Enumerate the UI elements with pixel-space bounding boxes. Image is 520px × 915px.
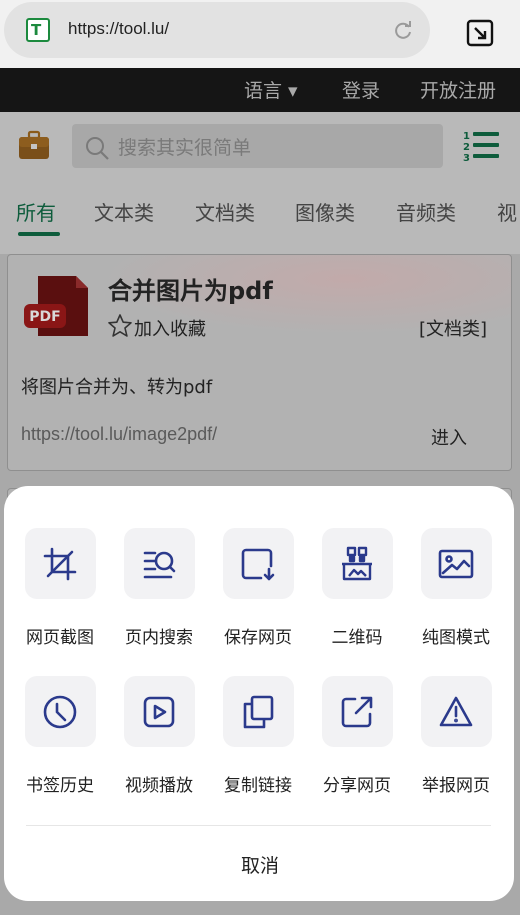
tab-audio[interactable]: 音频类 bbox=[396, 197, 456, 226]
svg-text:1: 1 bbox=[463, 131, 470, 142]
find-in-page-action[interactable]: 页内搜索 bbox=[109, 528, 209, 648]
tab-video[interactable]: 视 bbox=[497, 197, 517, 226]
qrcode-action[interactable]: 二维码 bbox=[307, 528, 407, 648]
report-page-label: 举报网页 bbox=[422, 776, 490, 796]
find-in-page-icon bbox=[123, 528, 195, 599]
save-page-label: 保存网页 bbox=[224, 628, 292, 648]
video-play-icon bbox=[123, 676, 195, 747]
svg-text:3: 3 bbox=[463, 153, 470, 163]
site-favicon-icon: T bbox=[26, 18, 50, 42]
login-link[interactable]: 登录 bbox=[342, 76, 380, 103]
crop-icon bbox=[24, 528, 96, 599]
tab-document[interactable]: 文档类 bbox=[195, 197, 255, 226]
copy-link-icon bbox=[222, 676, 294, 747]
enter-button[interactable]: 进入 bbox=[431, 424, 467, 450]
register-link[interactable]: 开放注册 bbox=[420, 76, 496, 103]
image-mode-action[interactable]: 纯图模式 bbox=[406, 528, 506, 648]
history-icon bbox=[24, 676, 96, 747]
search-placeholder: 搜索其实很简单 bbox=[118, 137, 252, 159]
cancel-button[interactable]: 取消 bbox=[0, 851, 520, 878]
card-title[interactable]: 合并图片为pdf bbox=[108, 271, 273, 306]
site-topnav: 语言 ▾ 登录 开放注册 bbox=[0, 68, 520, 112]
sheet-divider bbox=[26, 825, 491, 826]
star-icon[interactable] bbox=[107, 313, 133, 339]
active-tab-indicator bbox=[18, 232, 60, 236]
share-page-label: 分享网页 bbox=[323, 776, 391, 796]
save-page-icon bbox=[222, 528, 294, 599]
screenshot-label: 网页截图 bbox=[26, 628, 94, 648]
tab-text[interactable]: 文本类 bbox=[94, 197, 154, 226]
pdf-icon-label: PDF bbox=[29, 309, 60, 325]
scrim-bottom bbox=[0, 901, 520, 915]
share-icon bbox=[321, 676, 393, 747]
image-mode-label: 纯图模式 bbox=[422, 628, 490, 648]
qrcode-icon bbox=[321, 528, 393, 599]
language-menu[interactable]: 语言 ▾ bbox=[244, 76, 298, 103]
bookmark-history-action[interactable]: 书签历史 bbox=[10, 676, 110, 796]
favicon-letter: T bbox=[31, 21, 42, 39]
qrcode-label: 二维码 bbox=[331, 628, 383, 648]
image-mode-icon bbox=[420, 528, 492, 599]
tab-all[interactable]: 所有 bbox=[16, 197, 56, 226]
pip-icon[interactable] bbox=[465, 18, 495, 48]
save-page-action[interactable]: 保存网页 bbox=[208, 528, 308, 648]
address-url[interactable]: https://tool.lu/ bbox=[68, 19, 169, 39]
card-description: 将图片合并为、转为pdf bbox=[21, 377, 213, 398]
search-icon bbox=[86, 137, 109, 160]
card-url: https://tool.lu/image2pdf/ bbox=[21, 424, 218, 444]
video-play-action[interactable]: 视频播放 bbox=[109, 676, 209, 796]
report-page-action[interactable]: 举报网页 bbox=[406, 676, 506, 796]
report-icon bbox=[420, 676, 492, 747]
pdf-icon: PDF bbox=[24, 276, 88, 336]
video-play-label: 视频播放 bbox=[125, 776, 193, 796]
card-category[interactable]: [文档类] bbox=[419, 315, 487, 341]
reload-icon[interactable] bbox=[392, 20, 414, 42]
share-page-action[interactable]: 分享网页 bbox=[307, 676, 407, 796]
find-in-page-label: 页内搜索 bbox=[125, 628, 193, 648]
briefcase-icon[interactable] bbox=[18, 129, 50, 161]
tab-image[interactable]: 图像类 bbox=[295, 197, 355, 226]
svg-text:2: 2 bbox=[463, 142, 470, 153]
numbered-list-icon[interactable]: 1 2 3 bbox=[463, 129, 499, 163]
screenshot-action[interactable]: 网页截图 bbox=[10, 528, 110, 648]
copy-link-label: 复制链接 bbox=[224, 776, 292, 796]
browser-toolbar: T https://tool.lu/ bbox=[0, 0, 520, 68]
bookmark-history-label: 书签历史 bbox=[26, 776, 94, 796]
add-favorite-label[interactable]: 加入收藏 bbox=[134, 315, 206, 341]
copy-link-action[interactable]: 复制链接 bbox=[208, 676, 308, 796]
